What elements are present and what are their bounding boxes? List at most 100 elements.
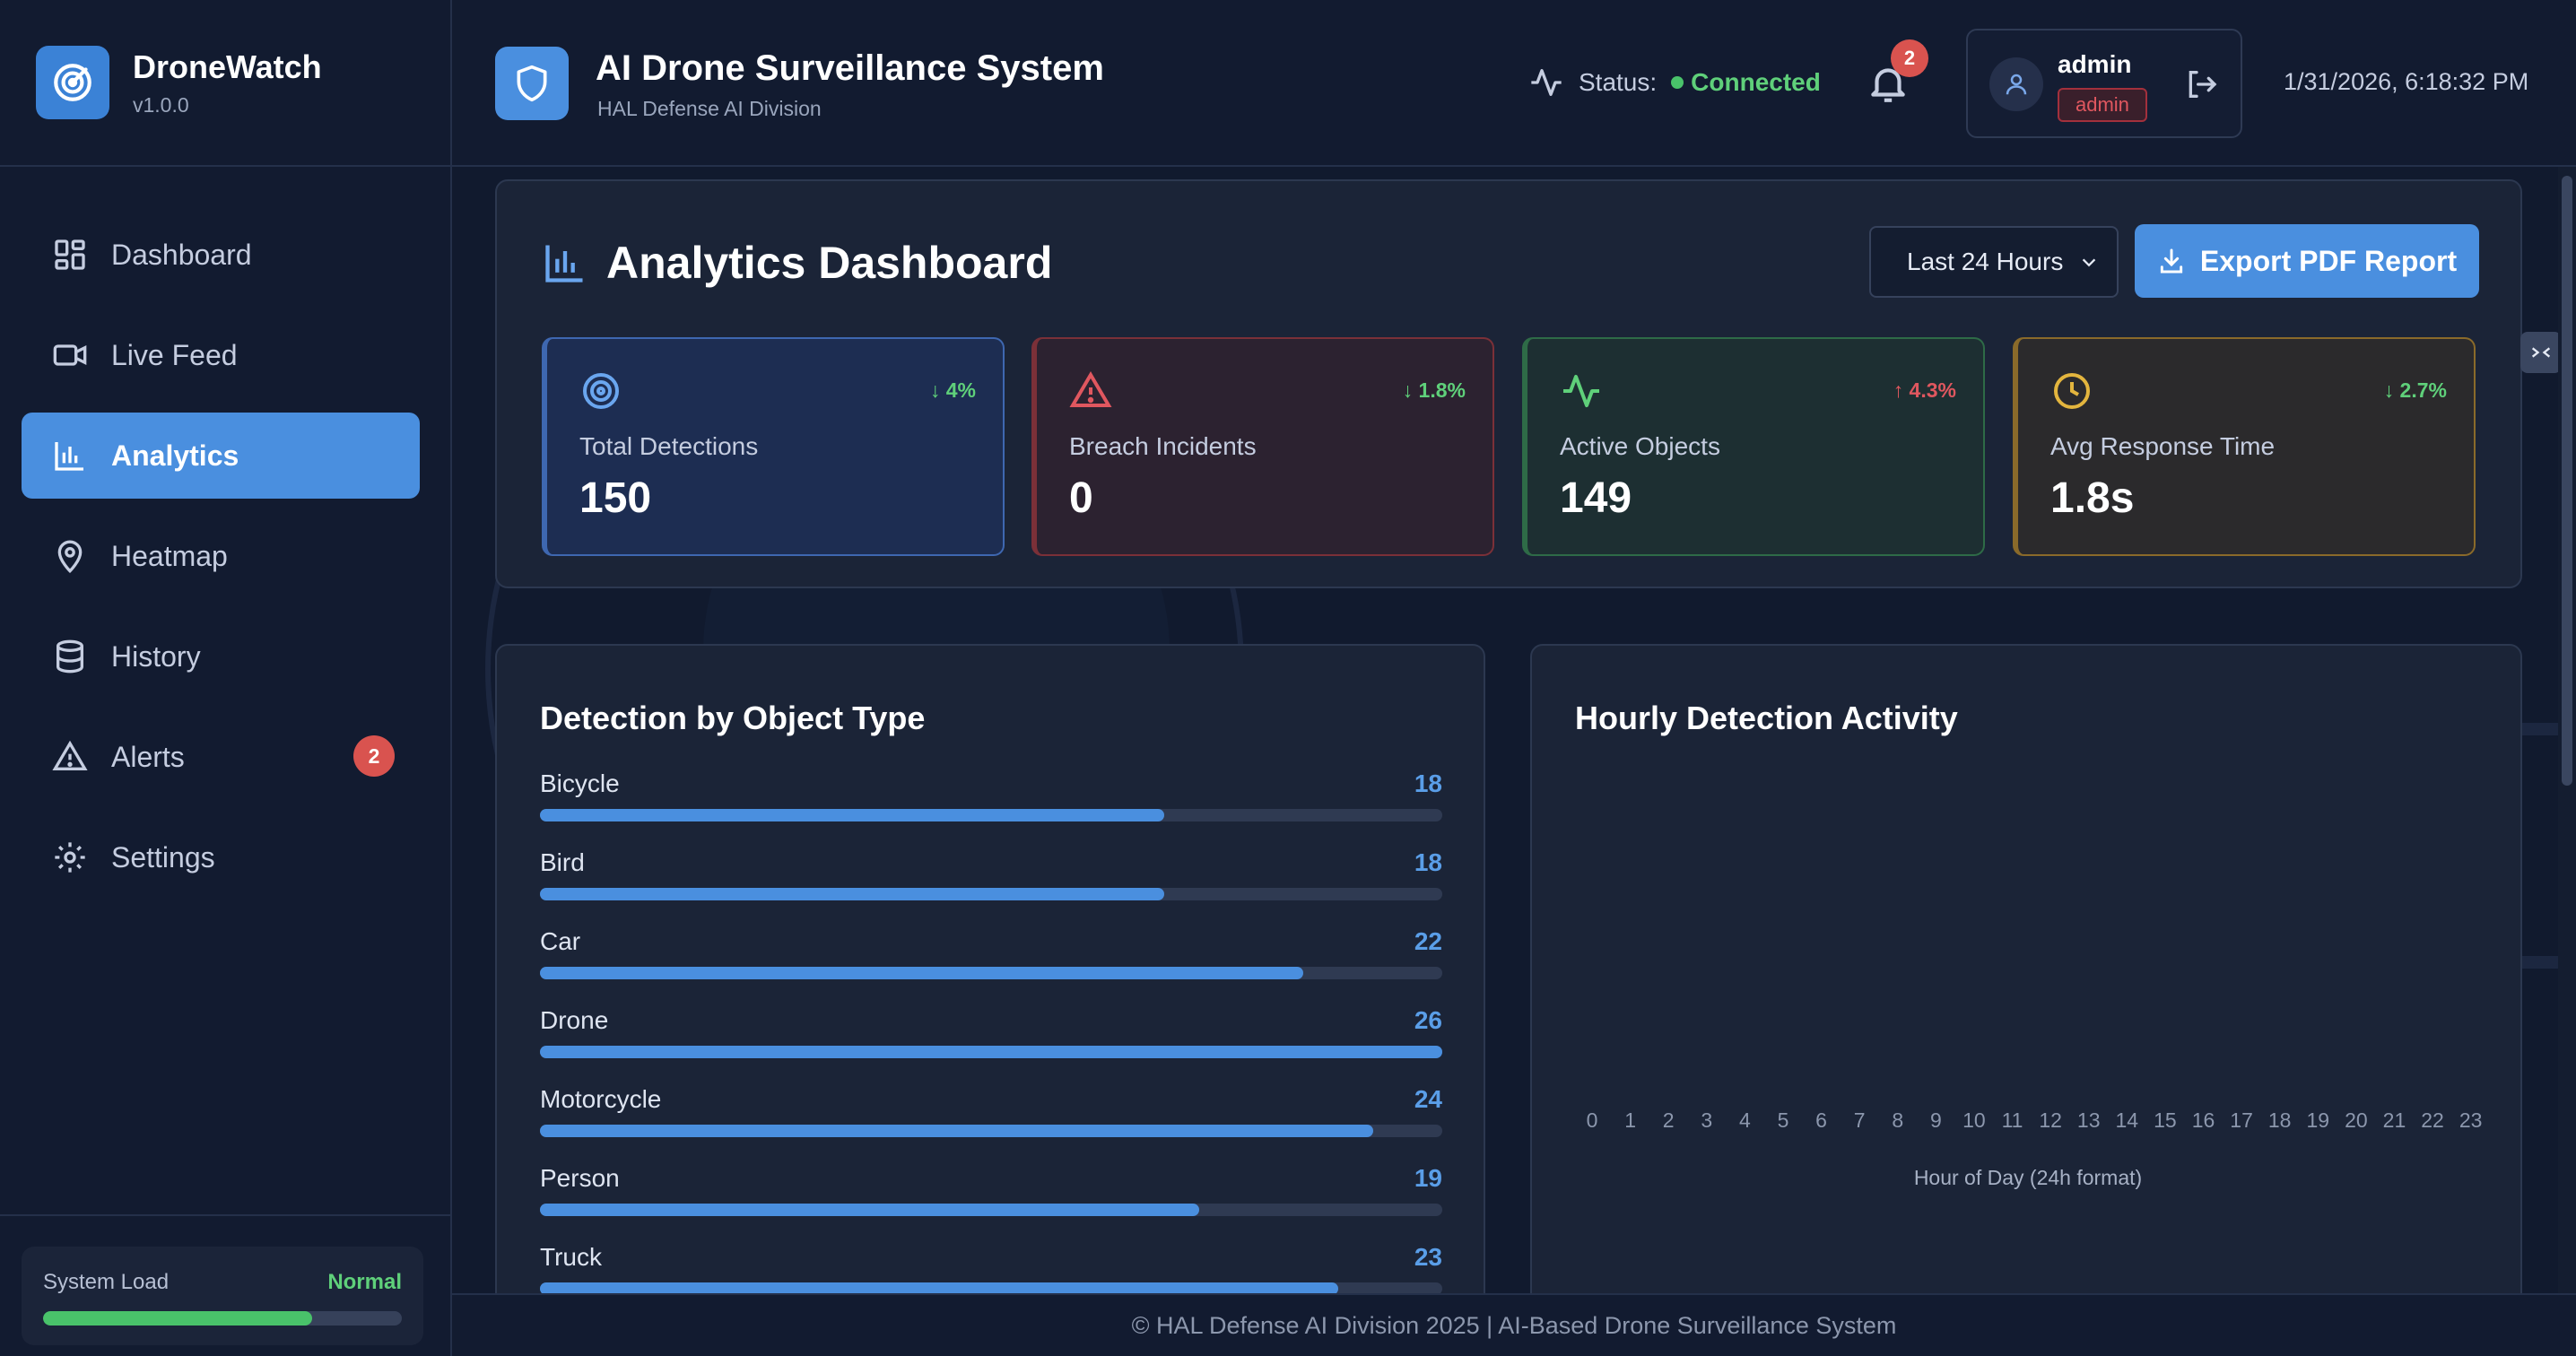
type-bar-fill [540, 888, 1165, 900]
status-value: Connected [1691, 68, 1821, 96]
video-icon [53, 344, 87, 366]
hour-tick-label: 12 [2039, 1108, 2062, 1132]
dashboard-icon [55, 239, 85, 270]
stat-delta: ↓ 4% [929, 378, 976, 402]
system-load-section: System Load Normal [0, 1214, 450, 1356]
type-bar-fill [540, 1046, 1442, 1058]
chevron-down-icon [2082, 258, 2096, 267]
stat-value: 1.8s [2050, 474, 2135, 522]
sidebar-item-dashboard[interactable]: Dashboard [22, 212, 420, 298]
hour-tick-label: 14 [2115, 1108, 2139, 1132]
logout-icon[interactable] [2183, 66, 2219, 102]
hour-tick-label: 16 [2191, 1108, 2215, 1132]
type-label: Car [540, 927, 581, 955]
sidebar-item-label: Analytics [111, 439, 239, 472]
type-label: Motorcycle [540, 1085, 662, 1113]
sidebar-item-history[interactable]: History [22, 613, 420, 700]
status-dot [1671, 76, 1684, 89]
type-bar-track [540, 967, 1442, 979]
type-bar-fill [540, 1282, 1338, 1293]
stat-label: Total Detections [579, 432, 759, 460]
type-label: Truck [540, 1243, 602, 1271]
panel-title: Detection by Object Type [540, 700, 926, 736]
hour-axis: 0 1 2 3 4 5 6 7 8 9 10 11 12 13 14 15 16 17 18 19 20 21 22 23 [1579, 1108, 2485, 1133]
hour-tick-label: 18 [2267, 1108, 2292, 1132]
type-count: 18 [1414, 769, 1442, 797]
hour-tick-label: 10 [1962, 1108, 1986, 1132]
stat-label: Active Objects [1560, 432, 1720, 460]
stat-value: 150 [579, 474, 652, 522]
stat-card-breach-incidents: ↓ 1.8% Breach Incidents 0 [1031, 337, 1494, 556]
type-row-car: Car 22 [540, 927, 1442, 1006]
system-load-card: System Load Normal [22, 1247, 423, 1345]
type-count: 19 [1414, 1164, 1442, 1192]
hour-tick-label: 6 [1815, 1108, 1827, 1132]
bar-chart-icon [545, 245, 583, 282]
time-range-select[interactable]: Last 24 Hours [1869, 226, 2119, 298]
database-icon [57, 639, 83, 674]
dashboard-title: Analytics Dashboard [542, 237, 1052, 289]
sidebar-item-alerts[interactable]: Alerts 2 [22, 714, 420, 800]
stat-card-avg-response-time: ↓ 2.7% Avg Response Time 1.8s [2013, 337, 2476, 556]
stat-card-active-objects: ↑ 4.3% Active Objects 149 [1522, 337, 1985, 556]
type-count: 24 [1414, 1085, 1442, 1113]
hour-tick-label: 0 [1586, 1108, 1598, 1132]
type-bar-track [540, 1046, 1442, 1058]
type-label: Bicycle [540, 769, 620, 797]
system-load-label: System Load [43, 1270, 170, 1294]
type-bar-track [540, 1204, 1442, 1216]
system-load-fill [43, 1311, 312, 1326]
hourly-activity-panel: Hourly Detection Activity 0 1 2 3 4 5 6 7 8 9 10 11… [1530, 644, 2522, 1293]
export-pdf-button[interactable]: Export PDF Report [2135, 224, 2479, 298]
shield-icon [495, 47, 569, 120]
type-count: 23 [1414, 1243, 1442, 1271]
sidebar-item-label: History [111, 639, 201, 673]
type-label: Drone [540, 1006, 609, 1034]
user-menu[interactable]: admin admin [1966, 29, 2242, 138]
main-scrollbar[interactable] [2558, 167, 2576, 1293]
brand: DroneWatch v1.0.0 [0, 0, 450, 167]
current-datetime: 1/31/2026, 6:18:32 PM [2284, 68, 2529, 95]
brand-version: v1.0.0 [133, 92, 189, 117]
stat-card-total-detections: ↓ 4% Total Detections 150 [542, 337, 1005, 556]
type-bar-track [540, 1125, 1442, 1137]
top-header: AI Drone Surveillance System HAL Defense… [452, 0, 2576, 167]
sidebar-item-label: Live Feed [111, 338, 238, 371]
sidebar-item-settings[interactable]: Settings [22, 814, 420, 900]
panel-toggle-button[interactable] [2520, 332, 2562, 373]
stat-label: Avg Response Time [2050, 432, 2276, 460]
hour-tick-label: 3 [1701, 1108, 1713, 1132]
type-bar-track [540, 1282, 1442, 1293]
hour-tick-label: 7 [1853, 1108, 1866, 1132]
user-icon [2006, 74, 2027, 95]
type-label: Bird [540, 848, 585, 876]
hour-tick-label: 2 [1662, 1108, 1675, 1132]
stat-delta: ↓ 1.8% [1402, 378, 1466, 402]
type-label: Person [540, 1164, 620, 1192]
clock-icon [2054, 373, 2090, 409]
sidebar-item-analytics[interactable]: Analytics [22, 413, 420, 499]
status-label: Status: [1579, 68, 1658, 96]
sidebar-item-label: Alerts [111, 740, 185, 773]
hour-tick-label: 22 [2421, 1108, 2444, 1132]
sidebar-item-heatmap[interactable]: Heatmap [22, 513, 420, 599]
sidebar-item-live-feed[interactable]: Live Feed [22, 312, 420, 398]
alert-triangle-icon [1069, 371, 1112, 407]
notifications-badge: 2 [1891, 39, 1928, 77]
type-row-drone: Drone 26 [540, 1006, 1442, 1085]
stat-delta: ↓ 2.7% [2383, 378, 2447, 402]
scrollbar-thumb[interactable] [2562, 176, 2572, 786]
connection-status: Status: Connected [1528, 65, 1821, 100]
collapse-icon [2531, 347, 2551, 358]
hour-tick-label: 8 [1892, 1108, 1904, 1132]
alerts-count-badge: 2 [353, 735, 395, 777]
hour-tick-label: 5 [1777, 1108, 1789, 1132]
sidebar: DroneWatch v1.0.0 Dashboard Live Feed An… [0, 0, 452, 1356]
stat-delta: ↑ 4.3% [1893, 378, 1956, 402]
hour-tick-label: 11 [2001, 1108, 2023, 1132]
type-count: 18 [1414, 848, 1442, 876]
export-label: Export PDF Report [2199, 244, 2458, 277]
hour-tick-label: 4 [1738, 1108, 1751, 1132]
map-pin-icon [57, 540, 83, 574]
gear-icon [55, 842, 85, 873]
